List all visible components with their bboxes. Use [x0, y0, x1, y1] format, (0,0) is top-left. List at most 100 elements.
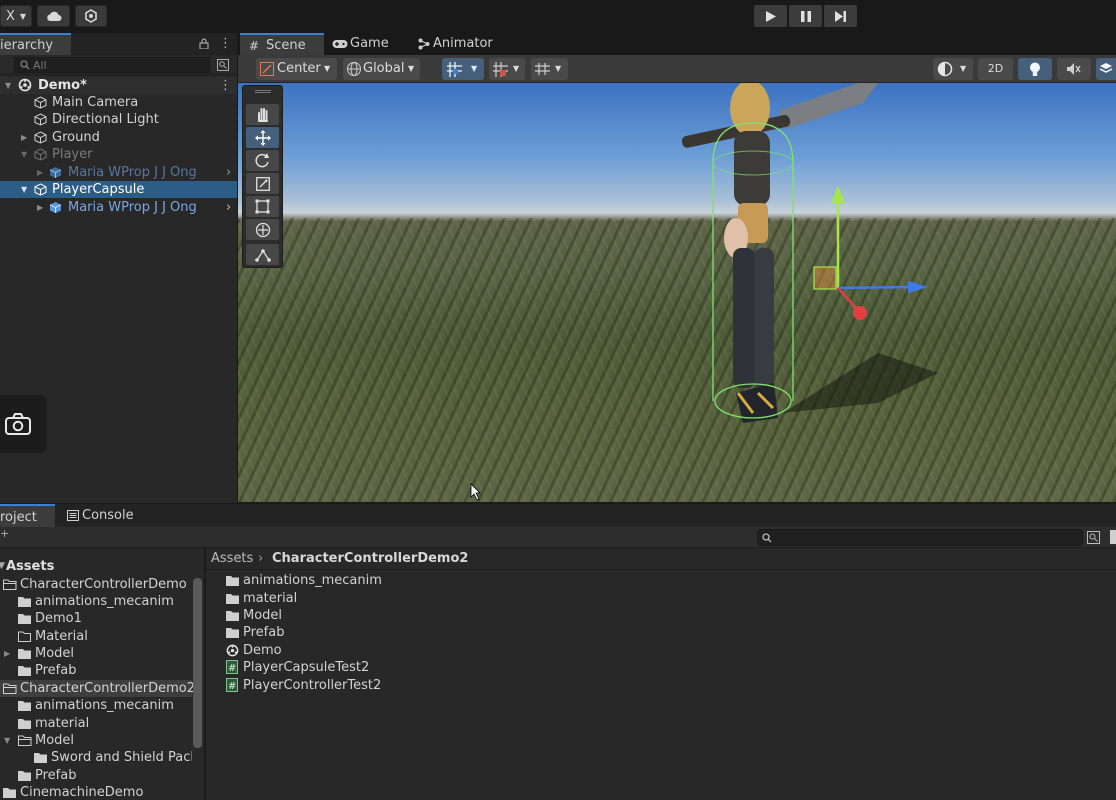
expand-arrow-icon[interactable]: ▼ — [5, 77, 11, 94]
folder-row[interactable]: Prefab — [0, 767, 205, 784]
pause-button[interactable] — [789, 5, 822, 27]
hierarchy-item-prefab[interactable]: ▶ Maria WProp J J Ong › — [0, 199, 237, 216]
hierarchy-item-main-camera[interactable]: Main Camera — [0, 94, 237, 111]
chevron-right-icon[interactable]: › — [226, 199, 231, 216]
lock-icon[interactable] — [199, 38, 209, 49]
draw-mode-dropdown[interactable]: ▼ — [933, 58, 973, 80]
tab-label: Game — [350, 36, 389, 51]
hierarchy-item-prefab-disabled[interactable]: ▶ Maria WProp J J Ong › — [0, 164, 237, 181]
gizmo-z-axis[interactable] — [837, 285, 914, 290]
chevron-right-icon[interactable]: › — [226, 164, 231, 181]
rect-tool-button[interactable] — [246, 196, 279, 217]
expand-arrow-icon[interactable]: ▼ — [21, 181, 27, 198]
hierarchy-item-label: PlayerCapsule — [52, 182, 145, 197]
gameobject-cube-icon — [34, 148, 47, 161]
toggle-2d-button[interactable]: 2D — [978, 58, 1013, 80]
collapsed-arrow-icon[interactable]: ▶ — [37, 199, 43, 216]
chevron-right-icon: › — [258, 551, 264, 566]
effects-toggle[interactable] — [1096, 58, 1116, 80]
hierarchy-scene-root[interactable]: ▼ Demo* ⋮ — [0, 77, 237, 94]
expand-arrow-icon[interactable]: ▼ — [0, 558, 5, 575]
gizmo-x-arrow[interactable] — [853, 306, 867, 320]
expand-arrow-icon[interactable]: ▼ — [4, 732, 10, 749]
play-button[interactable] — [754, 5, 787, 27]
hierarchy-item-player[interactable]: ▼ Player — [0, 146, 237, 163]
collapsed-arrow-icon[interactable]: ▶ — [4, 645, 10, 662]
folder-row[interactable]: Sword and Shield Pacl — [0, 749, 192, 766]
gizmo-x-axis[interactable] — [837, 287, 857, 309]
search-icon — [762, 533, 772, 543]
folder-row[interactable]: Demo1 — [0, 610, 205, 627]
hierarchy-item-label: Ground — [52, 130, 100, 145]
move-tool-button[interactable] — [246, 127, 279, 148]
space-dropdown[interactable]: Global ▼ — [343, 58, 420, 80]
project-search-input[interactable] — [757, 529, 1083, 546]
breadcrumb-item[interactable]: CharacterControllerDemo2 — [272, 550, 468, 567]
hierarchy-item-ground[interactable]: ▶ Ground — [0, 129, 237, 146]
grid-snapping-dropdown[interactable]: ▼ — [442, 58, 484, 80]
folder-row[interactable]: ▶ Model — [0, 645, 205, 662]
scene-viewport[interactable] — [238, 83, 1116, 502]
transform-icon — [255, 222, 271, 238]
folder-row[interactable]: ▼ Model — [0, 732, 205, 749]
create-menu-icon[interactable]: + — [0, 527, 9, 540]
tab-game[interactable]: Game — [330, 33, 400, 55]
search-filter-icon[interactable] — [1087, 531, 1100, 544]
breadcrumb-item[interactable]: Assets — [211, 550, 253, 567]
account-label: X — [5, 8, 15, 24]
tab-hierarchy[interactable]: ierarchy — [0, 33, 71, 55]
kebab-menu-icon[interactable]: ⋮ — [219, 77, 232, 94]
chevron-down-icon: ▼ — [513, 64, 520, 73]
cloud-button[interactable] — [37, 5, 70, 27]
audio-toggle[interactable] — [1057, 58, 1091, 80]
folder-row-selected[interactable]: CharacterControllerDemo2 — [0, 680, 195, 697]
hierarchy-item-directional-light[interactable]: Directional Light — [0, 111, 237, 128]
folder-row[interactable]: CharacterControllerDemo — [0, 576, 205, 593]
folder-row[interactable]: CinemachineDemo — [0, 784, 205, 800]
folder-row[interactable]: animations_mecanim — [0, 697, 205, 714]
custom-editor-tool-icon — [254, 248, 271, 262]
tab-scene[interactable]: # Scene — [240, 33, 324, 55]
collapsed-arrow-icon[interactable]: ▶ — [21, 129, 27, 146]
kebab-menu-icon[interactable]: ⋮ — [219, 36, 232, 51]
account-dropdown[interactable]: X ▼ — [0, 5, 32, 27]
folder-row[interactable]: Prefab — [0, 662, 205, 679]
tab-console[interactable]: Console — [64, 504, 154, 528]
gizmo-y-arrow[interactable] — [831, 186, 845, 203]
increment-snap-dropdown[interactable]: ▼ — [489, 58, 525, 80]
gear-icon — [84, 9, 98, 23]
folder-row[interactable]: animations_mecanim — [0, 593, 205, 610]
search-filter-icon[interactable] — [217, 59, 229, 71]
lighting-toggle[interactable] — [1018, 58, 1052, 80]
folder-row[interactable]: Material — [0, 628, 205, 645]
chevron-down-icon: ▼ — [408, 64, 415, 73]
gizmo-z-arrow[interactable] — [908, 281, 928, 293]
expand-arrow-icon[interactable]: ▼ — [21, 146, 27, 163]
collapsed-arrow-icon[interactable]: ▶ — [37, 164, 43, 181]
step-button[interactable] — [824, 5, 857, 27]
grid-visibility-dropdown[interactable]: ▼ — [531, 58, 568, 80]
gizmo-plane-handle[interactable] — [813, 266, 837, 290]
pivot-dropdown[interactable]: Center ▼ — [256, 58, 337, 80]
screenshot-button[interactable] — [0, 395, 47, 453]
tab-animator[interactable]: Animator — [416, 33, 506, 55]
hierarchy-item-player-capsule[interactable]: ▼ PlayerCapsule — [0, 181, 237, 198]
folder-icon — [18, 718, 31, 729]
services-button[interactable] — [75, 5, 107, 27]
transform-tool-button[interactable] — [246, 219, 279, 240]
hand-tool-button[interactable] — [246, 104, 279, 125]
folder-row[interactable]: material — [0, 715, 205, 732]
tab-project[interactable]: roject — [0, 504, 55, 528]
hierarchy-search-input[interactable] — [14, 57, 210, 73]
scale-tool-button[interactable] — [246, 173, 279, 194]
file-label: animations_mecanim — [243, 573, 382, 588]
rotate-tool-button[interactable] — [246, 150, 279, 171]
custom-tool-button[interactable] — [246, 244, 279, 265]
folder-open-icon — [3, 683, 17, 694]
mouse-cursor-icon — [470, 483, 481, 501]
pin-icon[interactable] — [1110, 530, 1116, 544]
tree-scrollbar[interactable] — [193, 578, 202, 748]
chevron-down-icon: ▼ — [19, 11, 27, 21]
drag-handle-icon[interactable] — [255, 90, 271, 93]
folder-icon — [34, 752, 47, 763]
